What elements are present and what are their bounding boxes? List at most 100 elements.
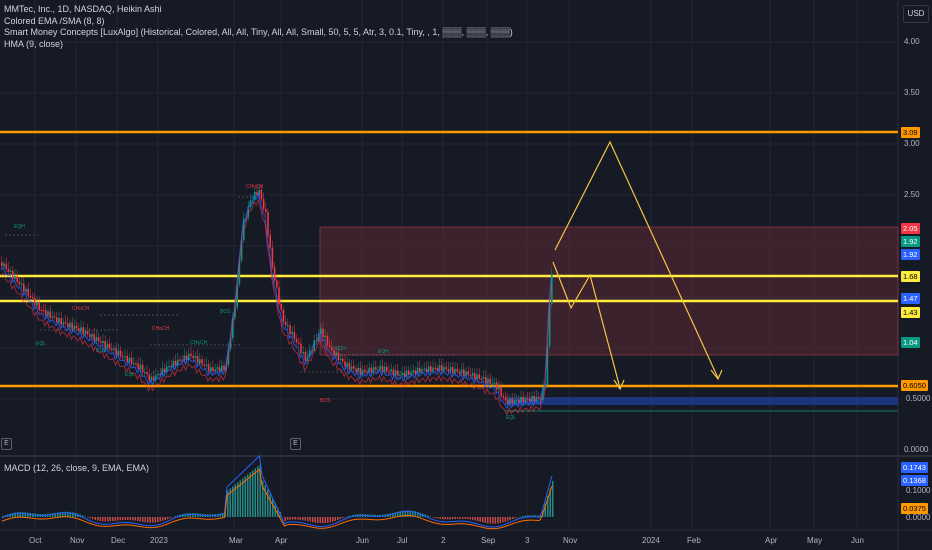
time-label: 2024: [642, 536, 660, 545]
macd-bar: [477, 517, 479, 522]
candle-body: [124, 355, 126, 358]
macd-bar: [302, 517, 304, 521]
macd-bar: [284, 517, 286, 522]
symbol-title[interactable]: MMTec, Inc., 1D, NASDAQ, Heikin Ashi: [4, 4, 513, 16]
indicator-hma[interactable]: HMA (9, close): [4, 39, 513, 51]
candle-body: [423, 368, 425, 370]
macd-bar: [272, 498, 274, 517]
candle-body: [141, 364, 144, 373]
macd-bar: [244, 476, 246, 517]
earnings-marker[interactable]: E: [290, 438, 301, 450]
time-label: Oct: [29, 536, 42, 545]
macd-bar: [29, 512, 31, 517]
macd-bar: [84, 516, 86, 517]
candle-body: [133, 363, 135, 365]
candle-body: [27, 288, 29, 296]
macd-bar: [102, 517, 104, 522]
candle-body: [471, 373, 474, 376]
candle-body: [511, 398, 513, 404]
macd-bar: [289, 517, 291, 520]
indicator-smc[interactable]: Smart Money Concepts [LuxAlgo] (Historic…: [4, 27, 513, 39]
candle-body: [260, 189, 263, 200]
candle-body: [430, 366, 432, 372]
macd-bar: [112, 517, 114, 522]
candle-body: [23, 283, 25, 292]
macd-bar: [457, 517, 459, 519]
candle-body: [179, 359, 181, 361]
candle-body: [273, 267, 276, 281]
macd-bar: [452, 517, 454, 520]
macd-bar: [122, 517, 124, 521]
candle-body: [491, 383, 494, 385]
macd-bar: [514, 517, 516, 519]
candle-body: [100, 341, 102, 344]
macd-bar: [189, 513, 191, 517]
candle-body: [223, 365, 225, 371]
candle-body: [467, 371, 469, 375]
time-label: Apr: [765, 536, 778, 545]
candle-body: [390, 369, 392, 372]
macd-bar: [307, 517, 309, 522]
candle-body: [95, 337, 98, 342]
candle-body: [86, 330, 89, 335]
macd-bar: [254, 468, 256, 517]
candle-body: [282, 309, 285, 322]
macd-bar: [242, 478, 244, 517]
candle-body: [328, 345, 331, 347]
macd-bar: [142, 517, 144, 522]
candle-body: [408, 370, 410, 375]
macd-tag: 0.1368: [901, 475, 928, 486]
smc-label: CHoCH: [152, 326, 170, 332]
candle-body: [196, 356, 199, 364]
candle-body: [359, 367, 362, 375]
macd-bar: [314, 517, 316, 523]
macd-legend[interactable]: MACD (12, 26, close, 9, EMA, EMA): [4, 463, 149, 473]
macd-bar: [469, 517, 471, 520]
time-label: Jun: [851, 536, 864, 545]
candle-body: [1, 262, 3, 267]
candle-body: [148, 374, 150, 381]
macd-bar: [432, 517, 434, 518]
candle-body: [298, 342, 300, 344]
candle-body: [265, 208, 267, 213]
macd-bar: [167, 517, 169, 520]
candle-body: [331, 346, 333, 350]
candle-body: [348, 362, 351, 370]
macd-bar: [447, 517, 449, 520]
candle-body: [267, 212, 269, 236]
candle-body: [31, 297, 34, 299]
smc-label: EQH: [335, 346, 346, 352]
candle-body: [135, 363, 137, 365]
candle-body: [108, 343, 111, 349]
macd-bar: [109, 517, 111, 522]
macd-bar: [117, 517, 119, 521]
macd-bar: [194, 513, 196, 517]
macd-bar: [342, 517, 344, 519]
candle-body: [271, 247, 274, 268]
candle-body: [45, 310, 47, 316]
macd-tag: 0.0375: [901, 503, 928, 514]
time-label: Dec: [111, 536, 126, 545]
macd-bar: [322, 517, 324, 524]
currency-button[interactable]: USD: [903, 5, 929, 23]
candle-body: [335, 352, 337, 356]
candle-body: [40, 309, 43, 312]
candle-body: [51, 316, 54, 318]
smc-label: EQH: [14, 224, 25, 230]
macd-bar: [257, 466, 259, 517]
candle-body: [289, 325, 291, 335]
macd-bar: [94, 517, 96, 520]
candle-body: [322, 328, 324, 338]
chart-legend: MMTec, Inc., 1D, NASDAQ, Heikin Ashi Col…: [4, 4, 513, 50]
candle-body: [93, 334, 95, 342]
macd-bar: [114, 517, 116, 521]
candle-body: [346, 362, 348, 367]
candle-body: [324, 335, 326, 338]
macd-bar: [2, 516, 4, 517]
indicator-ema[interactable]: Colored EMA /SMA (8, 8): [4, 16, 513, 28]
earnings-marker[interactable]: E: [1, 438, 12, 450]
candle-body: [36, 302, 38, 306]
macd-bar: [344, 517, 346, 518]
macd-bar: [89, 517, 91, 519]
candle-body: [287, 325, 289, 327]
